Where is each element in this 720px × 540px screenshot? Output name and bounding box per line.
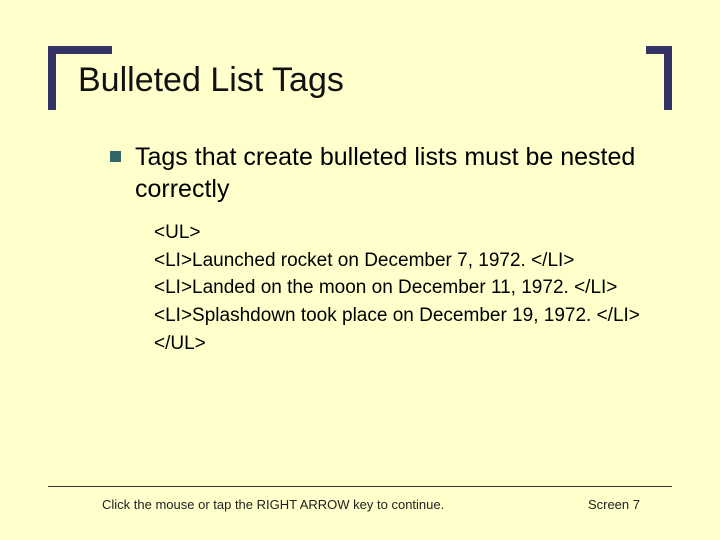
code-line: <LI>Splashdown took place on December 19…: [154, 302, 672, 330]
code-line: <UL>: [154, 219, 672, 247]
code-line: </UL>: [154, 330, 672, 358]
divider: [48, 486, 672, 487]
footer-row: Click the mouse or tap the RIGHT ARROW k…: [48, 497, 672, 512]
slide-body: Tags that create bulleted lists must be …: [48, 113, 672, 357]
title-area: Bulleted List Tags: [48, 46, 672, 113]
square-bullet-icon: [110, 151, 121, 162]
screen-number: Screen 7: [588, 497, 640, 512]
lead-text: Tags that create bulleted lists must be …: [135, 141, 672, 205]
bullet-item: Tags that create bulleted lists must be …: [110, 141, 672, 205]
page-title: Bulleted List Tags: [78, 58, 662, 99]
footer-hint: Click the mouse or tap the RIGHT ARROW k…: [102, 497, 444, 512]
code-line: <LI>Landed on the moon on December 11, 1…: [154, 274, 672, 302]
footer: Click the mouse or tap the RIGHT ARROW k…: [48, 486, 672, 512]
code-block: <UL> <LI>Launched rocket on December 7, …: [110, 205, 672, 357]
bracket-right-icon: [646, 46, 672, 110]
bracket-left-icon: [48, 46, 112, 110]
slide: Bulleted List Tags Tags that create bull…: [0, 0, 720, 540]
code-line: <LI>Launched rocket on December 7, 1972.…: [154, 247, 672, 275]
